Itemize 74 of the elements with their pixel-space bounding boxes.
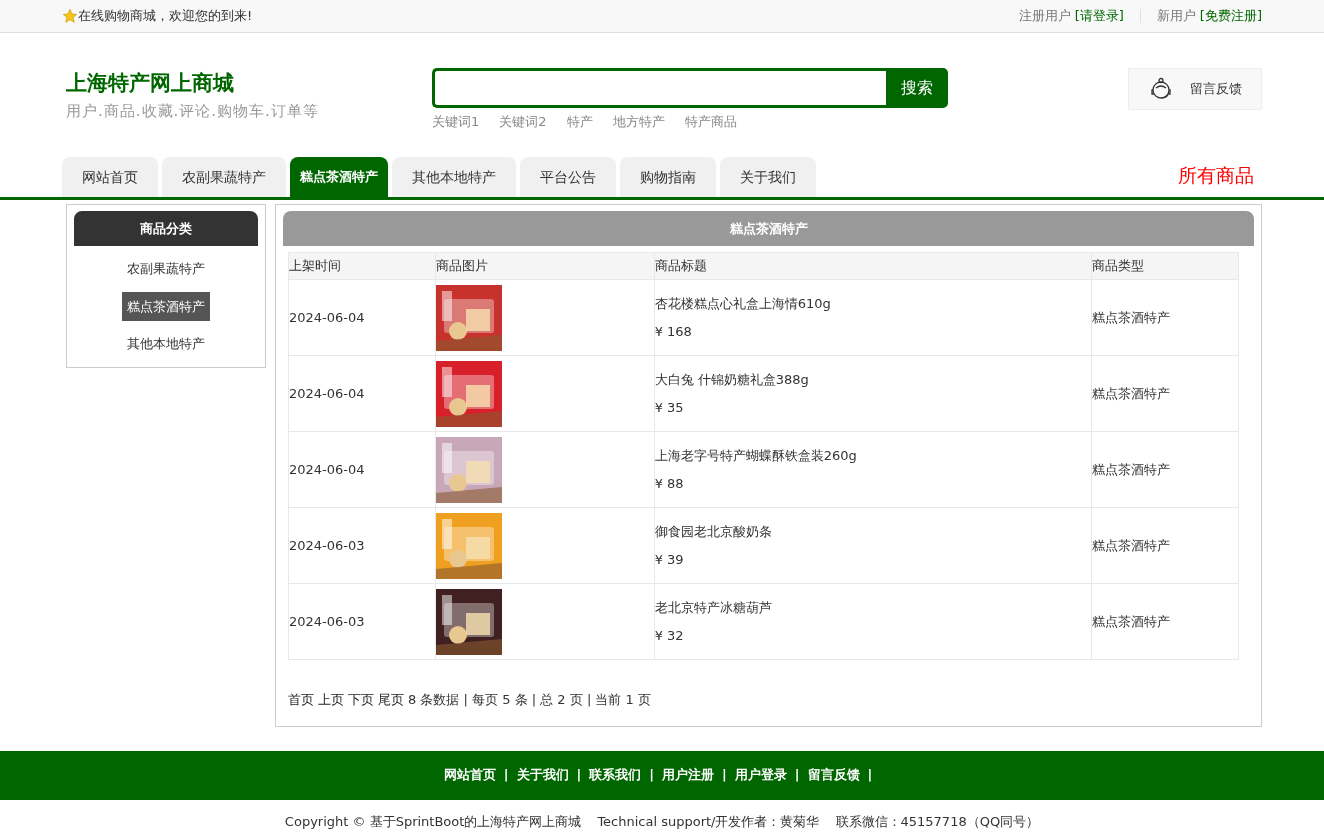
section-header: 糕点茶酒特产	[283, 211, 1254, 246]
feedback-button[interactable]: 留言反馈	[1128, 68, 1262, 110]
product-title[interactable]: 御食园老北京酸奶条	[654, 522, 1092, 542]
keyword-link[interactable]: 关键词2	[499, 114, 547, 129]
product-price: ¥ 39	[654, 550, 685, 569]
product-title[interactable]: 上海老字号特产蝴蝶酥铁盒装260g	[654, 446, 1092, 466]
keyword-link[interactable]: 地方特产	[612, 114, 665, 129]
category-cell: 糕点茶酒特产	[1091, 583, 1239, 660]
footer-link[interactable]: 用户登录	[734, 765, 787, 785]
date-cell: 2024-06-04	[288, 431, 436, 508]
category-cell: 糕点茶酒特产	[1091, 507, 1239, 584]
separator-text: |	[722, 766, 727, 785]
nav-tab[interactable]: 平台公告	[520, 157, 616, 197]
column-header: 商品标题	[654, 252, 1092, 280]
product-title[interactable]: 大白兔 什锦奶糖礼盒388g	[654, 370, 1092, 390]
pagination-link[interactable]: 上页	[318, 690, 344, 710]
footer-link[interactable]: 网站首页	[443, 765, 496, 785]
keyword-link[interactable]: 特产商品	[684, 114, 737, 129]
category-cell: 糕点茶酒特产	[1091, 355, 1239, 432]
nav-tab[interactable]: 农副果蔬特产	[162, 157, 286, 197]
separator-text: |	[576, 766, 582, 785]
pagination-link[interactable]: 下页	[348, 690, 374, 710]
category-link[interactable]: 农副果蔬特产	[122, 254, 210, 284]
date-cell: 2024-06-03	[288, 583, 436, 660]
footer-link[interactable]: 关于我们	[516, 765, 569, 785]
category-cell: 糕点茶酒特产	[1091, 431, 1239, 508]
column-header: 上架时间	[288, 252, 436, 280]
product-title[interactable]: 杏花楼糕点心礼盒上海情610g	[654, 294, 1092, 314]
date-cell: 2024-06-04	[288, 279, 436, 356]
sidebar-header: 商品分类	[74, 211, 258, 246]
pagination-link[interactable]: 尾页	[378, 690, 404, 710]
login-link[interactable]: [请登录]	[1074, 6, 1124, 26]
product-price: ¥ 35	[654, 398, 685, 417]
nav-tab[interactable]: 网站首页	[62, 157, 158, 197]
site-subtitle: 用户.商品.收藏.评论.购物车.订单等	[66, 100, 320, 122]
keyword-link[interactable]: 关键词1	[432, 114, 480, 129]
nav-tab[interactable]: 关于我们	[720, 157, 816, 197]
footer-link[interactable]: 用户注册	[662, 765, 714, 785]
separator-text: |	[503, 766, 509, 785]
nav-tab[interactable]: 购物指南	[620, 157, 716, 197]
footer-link[interactable]: 联系我们	[589, 765, 642, 785]
copyright-text: Copyright © 基于SprintBoot的上海特产网上商城	[284, 812, 582, 831]
separator-text: |	[649, 766, 654, 785]
category-cell: 糕点茶酒特产	[1091, 279, 1239, 356]
date-cell: 2024-06-03	[288, 507, 436, 584]
footer-link[interactable]: 留言反馈	[807, 765, 860, 785]
nav-tab[interactable]: 其他本地特产	[392, 157, 516, 197]
search-field[interactable]	[432, 68, 886, 108]
category-link[interactable]: 其他本地特产	[122, 329, 210, 359]
category-link[interactable]: 糕点茶酒特产	[122, 291, 210, 321]
new-user-label: 新用户	[1156, 7, 1196, 26]
site-title: 上海特产网上商城	[66, 70, 235, 97]
registered-label: 注册用户	[1018, 7, 1071, 26]
all-products-title: 所有商品	[1178, 162, 1254, 188]
support-agent-icon	[1148, 76, 1174, 102]
column-header: 商品图片	[435, 252, 655, 280]
product-title[interactable]: 老北京特产冰糖葫芦	[654, 598, 1092, 618]
contact-text: 联系微信：45157718（QQ同号）	[835, 812, 1040, 831]
pagination-link[interactable]: 首页	[288, 690, 314, 710]
star-icon	[62, 8, 78, 24]
nav-tab[interactable]: 糕点茶酒特产	[290, 157, 388, 197]
product-price: ¥ 32	[654, 626, 685, 645]
welcome-text: 在线购物商城，欢迎您的到来!	[78, 7, 253, 26]
column-header: 商品类型	[1091, 252, 1239, 280]
product-price: ¥ 88	[654, 474, 685, 493]
register-link[interactable]: [免费注册]	[1199, 6, 1262, 26]
separator-text: |	[867, 766, 873, 785]
product-price: ¥ 168	[654, 322, 693, 341]
search-button[interactable]: 搜索	[886, 68, 948, 108]
date-cell: 2024-06-04	[288, 355, 436, 432]
pagination-info: 8 条数据 | 每页 5 条 | 总 2 页 | 当前 1 页	[408, 691, 651, 709]
separator-text: |	[794, 766, 800, 785]
keyword-link[interactable]: 特产	[566, 114, 593, 129]
support-text: Technical support/开发作者：黄菊华	[597, 812, 820, 831]
